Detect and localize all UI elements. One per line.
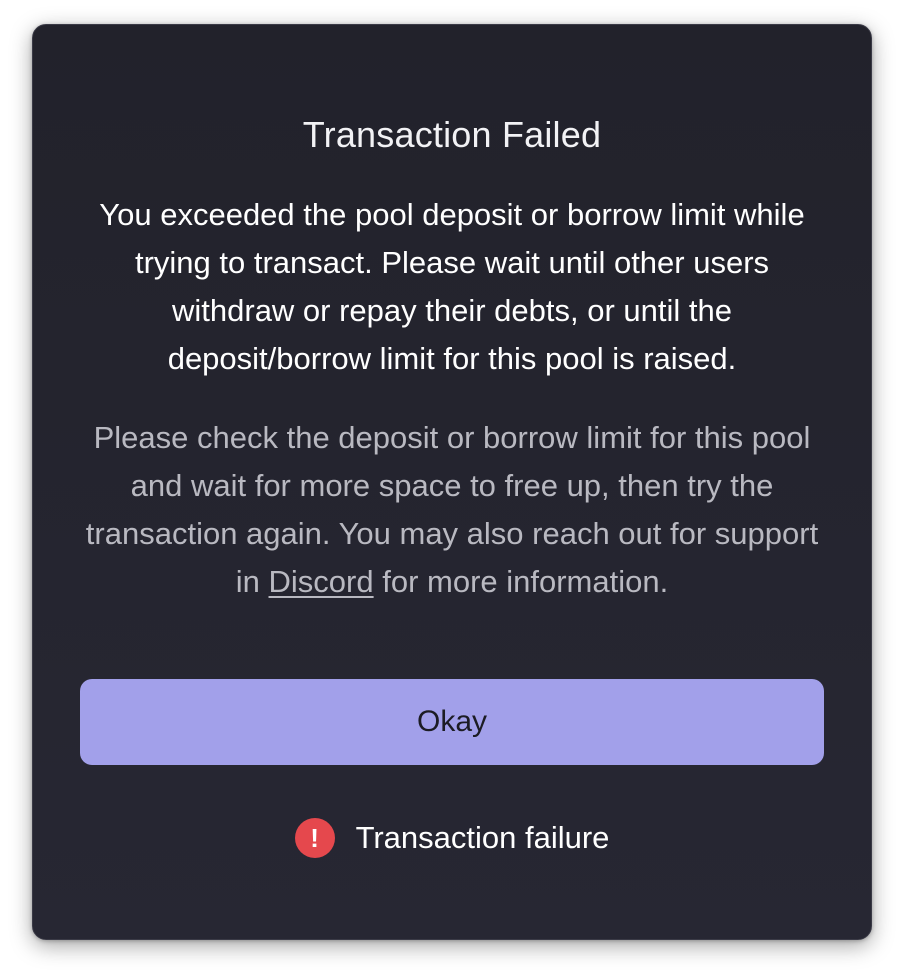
okay-button[interactable]: Okay xyxy=(80,679,824,765)
transaction-failed-dialog: Transaction Failed You exceeded the pool… xyxy=(32,24,872,940)
status-line: ! Transaction failure xyxy=(33,817,871,859)
help-text: Please check the deposit or borrow limit… xyxy=(73,414,831,606)
alert-circle-icon: ! xyxy=(294,818,335,858)
dialog-title: Transaction Failed xyxy=(302,114,602,155)
discord-link[interactable]: Discord xyxy=(269,564,374,599)
error-message: You exceeded the pool deposit or borrow … xyxy=(99,197,805,376)
help-text-after: for more information. xyxy=(373,564,669,599)
status-text: Transaction failure xyxy=(355,820,610,855)
